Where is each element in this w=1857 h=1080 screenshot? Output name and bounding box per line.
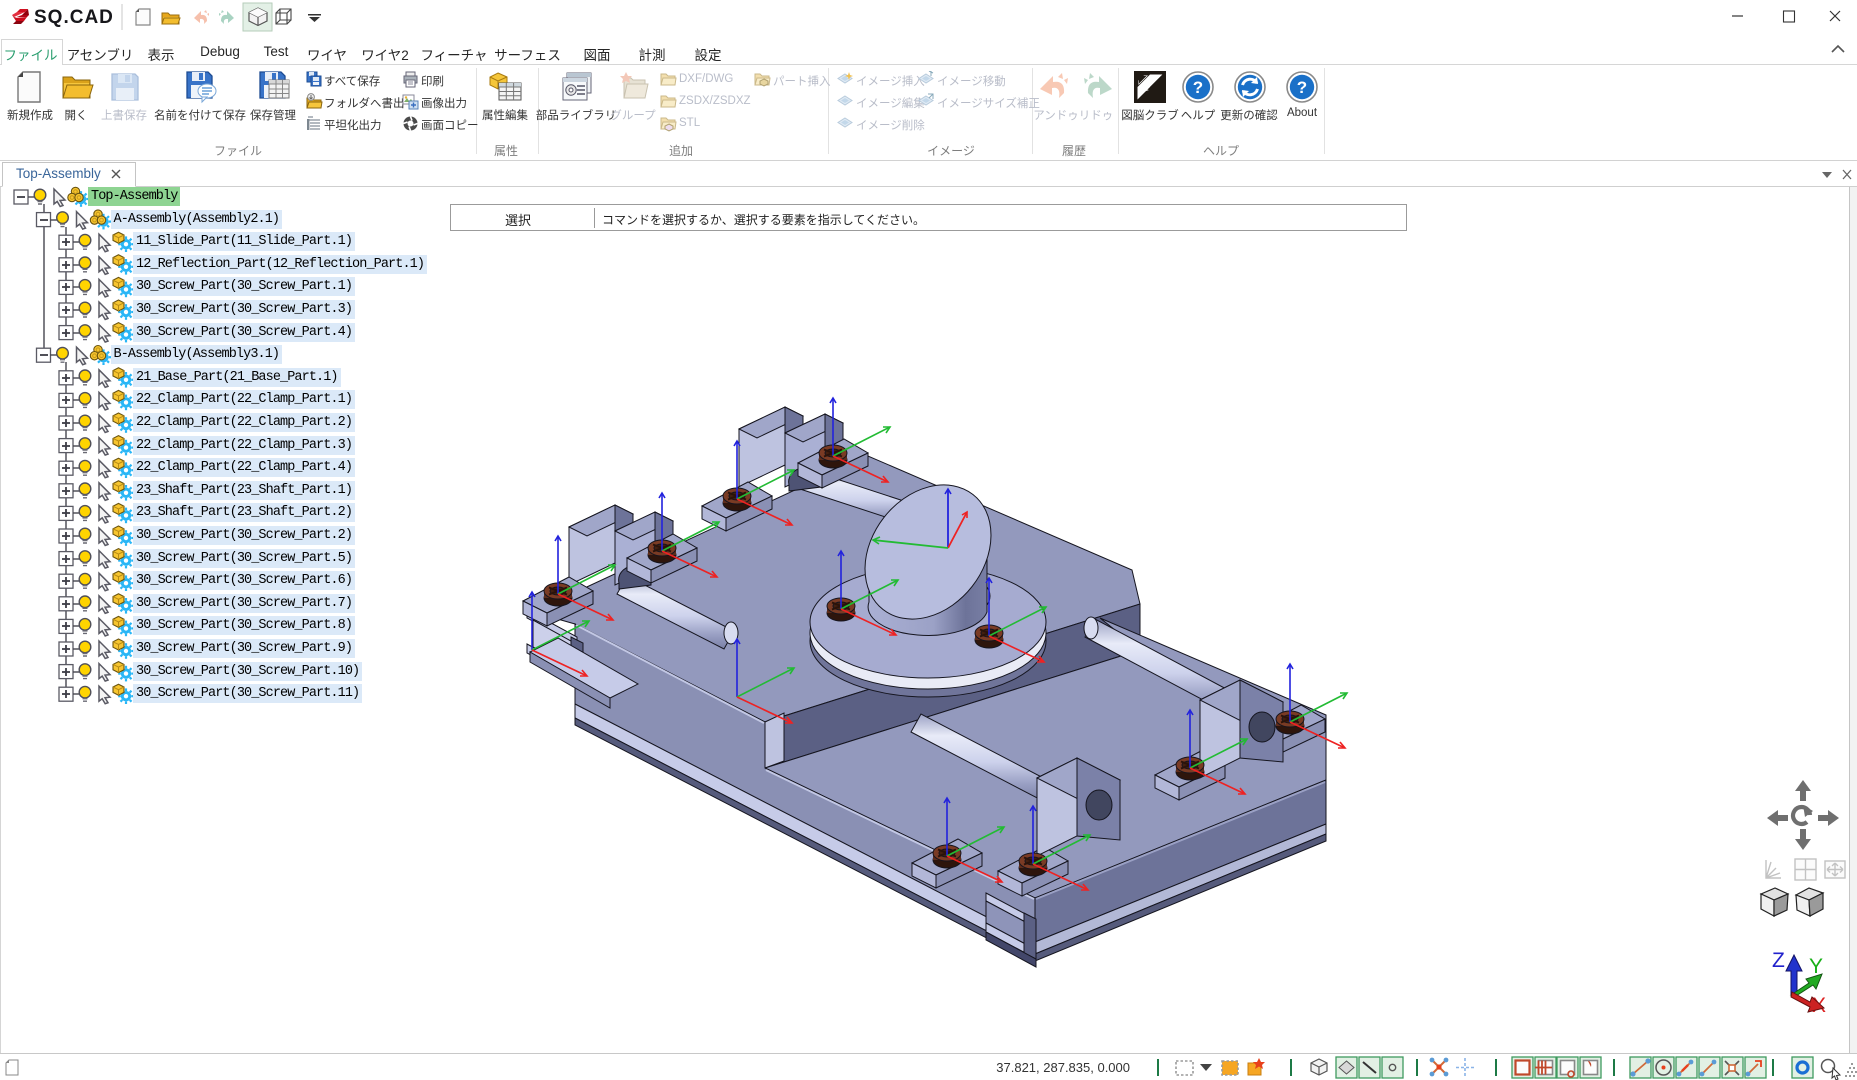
svg-text:Z: Z [1772, 949, 1785, 972]
